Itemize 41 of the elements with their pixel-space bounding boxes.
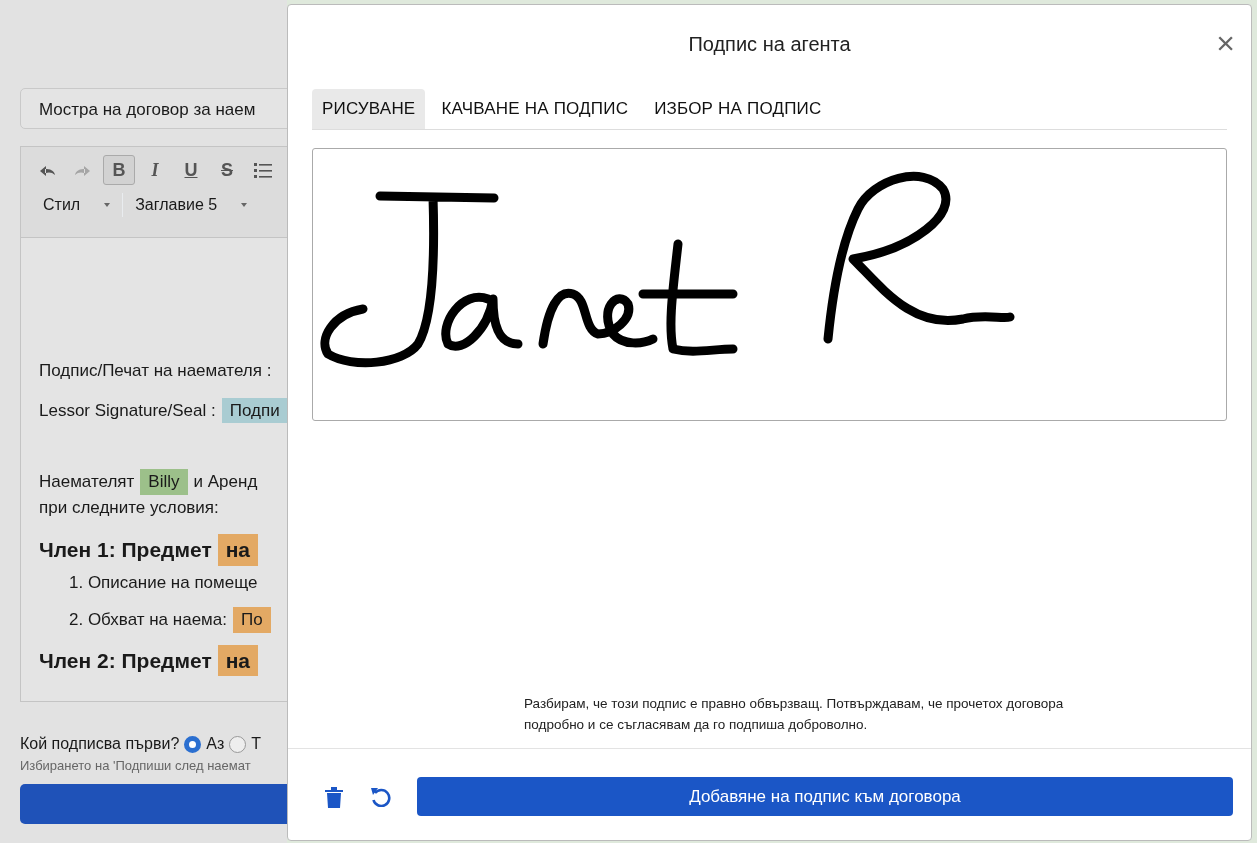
tab[interactable]: КАЧВАНЕ НА ПОДПИС — [431, 89, 639, 129]
section-heading: Член 2: Предмет — [39, 647, 212, 674]
radio-button[interactable] — [229, 735, 247, 753]
highlighted-field: Подпи — [221, 397, 287, 423]
hint-text: Избирането на 'Подпиши след наемат — [20, 757, 252, 775]
highlighted-field: Billy — [140, 469, 188, 495]
document-text: 2. Обхват на наема: — [69, 609, 227, 631]
italic-button[interactable]: I — [139, 155, 171, 185]
signature-pad[interactable] — [312, 147, 1227, 421]
document-text: Lessor Signature/Seal : — [39, 399, 216, 422]
caret-icon — [241, 203, 248, 207]
radio-label: Аз — [206, 734, 225, 754]
primary-button[interactable] — [20, 783, 287, 824]
strike-button[interactable]: S — [211, 155, 243, 185]
bold-button[interactable]: B — [103, 155, 135, 185]
question-label: Кой подписва първи? — [20, 734, 180, 754]
document-text: и Аренд — [193, 471, 258, 493]
underline-button[interactable]: U — [175, 155, 207, 185]
undo-button[interactable] — [370, 786, 391, 807]
document-text: при следните условия: — [39, 496, 219, 519]
highlighted-field: на — [217, 534, 259, 566]
radio-button[interactable] — [184, 735, 202, 753]
caret-icon — [104, 203, 111, 207]
tab[interactable]: РИСУВАНЕ — [312, 89, 426, 129]
style-dropdown[interactable]: Заглавие 5 — [122, 193, 260, 217]
document-title-field[interactable]: Мостра на договор за наем — [20, 88, 287, 129]
disclaimer-text: Разбирам, че този подпис е правно обвързващ. Потвърждавам, че прочетох договора подробно и се съгласявам да го подпиша доброволно. — [524, 694, 1065, 735]
close-button[interactable]: × — [1216, 27, 1235, 59]
style-dropdown[interactable]: Стил — [31, 193, 123, 217]
tab[interactable]: ИЗБОР НА ПОДПИС — [644, 89, 832, 129]
delete-button[interactable] — [324, 785, 344, 808]
highlighted-field: на — [217, 644, 259, 676]
document-text: 1. Описание на помеще — [69, 571, 258, 594]
document-text: Подпис/Печат на наемателя : — [39, 360, 272, 382]
dialog-title: Подпис на агента — [688, 32, 851, 57]
section-heading: Член 1: Предмет — [39, 537, 212, 563]
add-signature-button[interactable]: Добавяне на подпис към договора — [417, 777, 1233, 816]
document-text: Наемателят — [39, 471, 135, 493]
list-icon — [254, 161, 272, 179]
highlighted-field: По — [232, 607, 271, 633]
radio-label: Т — [251, 734, 262, 754]
